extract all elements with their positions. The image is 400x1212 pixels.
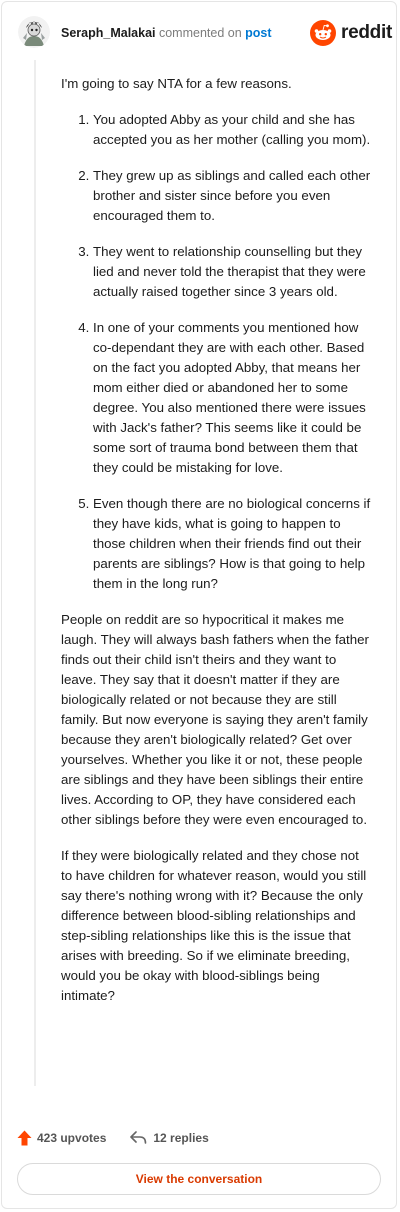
comment-actions: 423 upvotes 12 replies <box>17 1126 209 1150</box>
upvote-arrow-icon <box>17 1130 32 1146</box>
post-link[interactable]: post <box>245 26 271 40</box>
commented-on-label: commented on <box>158 26 242 40</box>
comment-byline: Seraph_Malakai commented on post <box>61 25 272 41</box>
comment-intro: I'm going to say NTA for a few reasons. <box>61 76 292 91</box>
comment-paragraph: If they were biologically related and th… <box>61 848 367 1003</box>
comment-body: I'm going to say NTA for a few reasons. … <box>61 74 373 1022</box>
upvote-count: 423 upvotes <box>37 1131 107 1145</box>
list-item: In one of your comments you mentioned ho… <box>93 318 373 478</box>
thread-line[interactable] <box>34 60 36 1086</box>
reddit-snoo-icon <box>310 20 336 46</box>
reddit-logo[interactable]: reddit <box>310 18 392 48</box>
reply-count: 12 replies <box>153 1131 209 1145</box>
comment-header: Seraph_Malakai commented on post reddit <box>16 14 392 52</box>
comment-paragraph: People on reddit are so hypocritical it … <box>61 612 369 827</box>
reddit-wordmark: reddit <box>341 22 392 43</box>
avatar[interactable] <box>18 16 50 48</box>
replies-button[interactable]: 12 replies <box>130 1131 209 1145</box>
upvote-button[interactable]: 423 upvotes <box>17 1130 106 1146</box>
list-item: You adopted Abby as your child and she h… <box>93 110 373 150</box>
list-item: They went to relationship counselling bu… <box>93 242 373 302</box>
reply-arrow-icon <box>130 1131 147 1144</box>
list-item: Even though there are no biological conc… <box>93 494 373 594</box>
view-conversation-button[interactable]: View the conversation <box>17 1163 381 1195</box>
list-item: They grew up as siblings and called each… <box>93 166 373 226</box>
reasons-list: You adopted Abby as your child and she h… <box>61 110 373 594</box>
username[interactable]: Seraph_Malakai <box>61 26 156 40</box>
